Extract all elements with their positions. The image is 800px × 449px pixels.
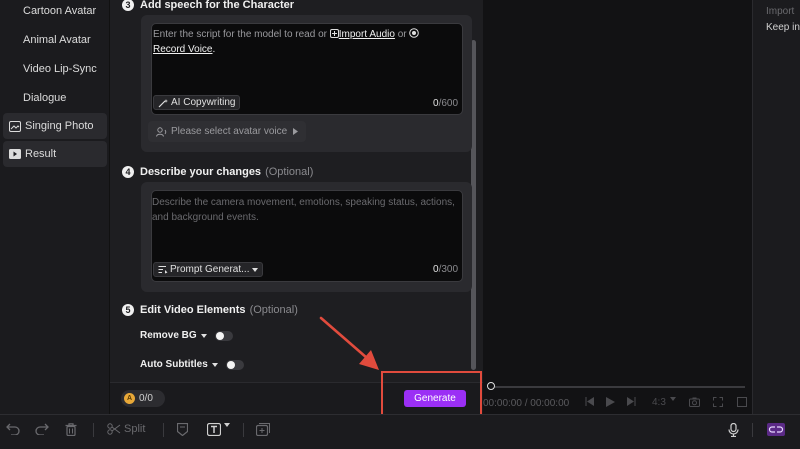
microphone-icon[interactable] (728, 423, 739, 437)
fullscreen-icon[interactable] (713, 397, 723, 407)
toolbar-divider (163, 423, 164, 437)
preview-timecode: 00:00:00 / 00:00:00 (483, 398, 569, 409)
toolbar-divider (752, 423, 753, 437)
sidebar-item-label: Dialogue (23, 92, 67, 104)
step-3-heading: 3 Add speech for the Character (122, 0, 294, 11)
step-3-title: Add speech for the Character (140, 0, 295, 11)
preview-timeline[interactable] (495, 386, 745, 388)
sidebar-item-label: Singing Photo (25, 120, 94, 132)
chevron-down-icon (252, 267, 259, 272)
remove-bg-label: Remove BG (140, 330, 197, 341)
right-panel-line-2: Keep in (766, 22, 800, 33)
record-voice-link[interactable]: Record Voice (153, 44, 212, 55)
step-4-title: Describe your changes (140, 166, 262, 178)
optional-label: (Optional) (249, 304, 298, 316)
marker-icon[interactable] (177, 423, 188, 436)
snapshot-icon[interactable] (689, 397, 700, 407)
next-frame-icon[interactable] (627, 397, 636, 406)
auto-subtitles-dropdown-icon[interactable] (211, 362, 218, 367)
sidebar-item-video-lip-sync[interactable]: Video Lip-Sync (3, 56, 107, 82)
auto-subtitles-row: Auto Subtitles (140, 359, 244, 370)
sidebar-item-animal-avatar[interactable]: Animal Avatar (3, 27, 107, 53)
aspect-ratio-label[interactable]: 4:3 (652, 397, 666, 408)
script-char-counter: 0/600 (433, 98, 459, 109)
sidebar-item-label: Result (25, 148, 57, 160)
ai-copywriting-button[interactable]: AI Copywriting (153, 95, 241, 110)
credits-badge: A 0/0 (121, 390, 165, 407)
changes-char-counter: 0/300 (433, 264, 459, 275)
sidebar-item-label: Cartoon Avatar (23, 5, 97, 17)
prompt-generator-label: Prompt Generat... (170, 264, 250, 275)
split-label: Split (124, 423, 146, 435)
toolbar-divider (243, 423, 244, 437)
sidebar-item-dialogue[interactable]: Dialogue (3, 85, 107, 111)
step-5-title: Edit Video Elements (140, 304, 246, 316)
sidebar-item-singing-photo[interactable]: Singing Photo (3, 113, 107, 139)
sidebar-item-cartoon-avatar[interactable]: Cartoon Avatar (3, 0, 107, 24)
user-voice-icon (156, 126, 167, 137)
photo-music-icon (9, 120, 21, 132)
sidebar-item-result[interactable]: Result (3, 141, 107, 167)
changes-placeholder: Describe the camera movement, emotions, … (152, 197, 455, 223)
annotation-arrow-icon (319, 316, 379, 370)
record-icon[interactable] (409, 28, 420, 38)
scissors-icon (107, 423, 121, 435)
step-number-badge: 4 (122, 166, 134, 178)
script-placeholder: Enter the script for the model to read o… (153, 27, 463, 57)
select-voice-label: Please select avatar voice (171, 126, 288, 137)
credits-count: 0/0 (139, 393, 153, 404)
credit-coin-icon: A (124, 393, 135, 404)
ai-copywriting-label: AI Copywriting (171, 97, 236, 108)
add-square-icon (329, 29, 339, 38)
remove-bg-row: Remove BG (140, 330, 233, 341)
properties-panel (752, 0, 800, 414)
remove-bg-toggle[interactable] (214, 330, 233, 341)
play-folder-icon (9, 149, 21, 160)
undo-icon[interactable] (6, 423, 20, 435)
script-prompt-text: Enter the script for the model to read o… (153, 29, 327, 40)
prompt-generator-button[interactable]: Prompt Generat... (153, 262, 264, 277)
step-number-badge: 5 (122, 304, 134, 316)
split-button[interactable]: Split (107, 423, 145, 435)
add-frame-icon[interactable] (256, 423, 270, 436)
current-time: 00:00:00 (483, 398, 522, 409)
or-text: or (397, 29, 407, 40)
aspect-ratio-dropdown-icon[interactable] (670, 397, 676, 401)
timeline-playhead[interactable] (487, 382, 495, 390)
text-tool-dropdown-icon[interactable] (224, 423, 230, 427)
remove-bg-dropdown-icon[interactable] (200, 333, 207, 338)
auto-subtitles-label: Auto Subtitles (140, 359, 208, 370)
auto-subtitles-toggle[interactable] (225, 359, 244, 370)
select-voice-button[interactable]: Please select avatar voice (148, 121, 306, 142)
prompt-list-icon (158, 265, 168, 274)
sidebar-item-label: Animal Avatar (23, 34, 91, 46)
step-number-badge: 3 (122, 0, 134, 11)
play-icon[interactable] (606, 397, 615, 407)
magic-pen-icon (158, 98, 169, 108)
total-time: 00:00:00 (530, 398, 570, 409)
step-4-heading: 4 Describe your changes (Optional) (122, 166, 313, 178)
link-clips-icon[interactable] (767, 423, 785, 436)
right-panel-line-1: Import (766, 6, 795, 17)
more-options-icon[interactable] (737, 397, 747, 407)
step-5-heading: 5 Edit Video Elements (Optional) (122, 304, 298, 316)
caret-right-icon (293, 128, 299, 135)
period: . (212, 44, 216, 55)
redo-icon[interactable] (35, 423, 49, 435)
prev-frame-icon[interactable] (585, 397, 594, 406)
text-tool-icon[interactable] (207, 423, 221, 436)
time-separator: / (524, 398, 528, 409)
delete-icon[interactable] (65, 423, 77, 436)
preview-area (483, 0, 751, 414)
import-audio-link[interactable]: Import Audio (329, 29, 395, 40)
toolbar-divider (93, 423, 94, 437)
optional-label: (Optional) (265, 166, 314, 178)
sidebar-item-label: Video Lip-Sync (23, 63, 97, 75)
